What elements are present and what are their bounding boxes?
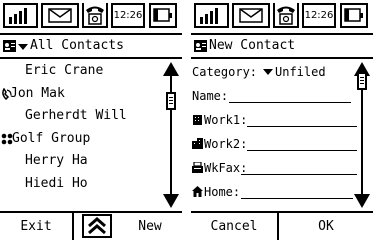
work2-row: Work2:: [191, 132, 357, 156]
work2-label: Work2:: [204, 137, 248, 151]
contact-list-item[interactable]: Golf Group: [0, 128, 160, 151]
new-contact-screen: 12:26 New Contact Category: Unfiled Name…: [191, 0, 373, 240]
category-dropdown-caret-icon[interactable]: [263, 69, 273, 75]
contact-name: Herry Ha: [25, 153, 88, 168]
list-scrollbar[interactable]: [163, 62, 179, 208]
category-selector[interactable]: All Contacts: [0, 35, 182, 59]
contact-name: Eric Crane: [25, 63, 104, 78]
scroll-thumb[interactable]: [357, 72, 367, 90]
home-field[interactable]: [241, 198, 353, 199]
work1-row: Work1:: [191, 108, 357, 132]
home-row: Home:: [191, 180, 353, 204]
mail-icon[interactable]: [232, 3, 270, 28]
contacts-list-screen: 12:26 All Contacts Eric Crane Jon Mak Ge…: [0, 0, 182, 240]
contact-list-item[interactable]: Hiedi Ho: [0, 173, 160, 196]
clock-display: 12:26: [302, 3, 336, 28]
contact-name: Golf Group: [12, 130, 91, 146]
phone-icon[interactable]: [273, 3, 299, 28]
ok-button[interactable]: OK: [279, 213, 373, 240]
signal-strength-icon: [3, 3, 38, 28]
status-bar: 12:26: [191, 0, 373, 35]
category-label: Category:: [192, 65, 258, 79]
new-button[interactable]: New: [118, 213, 182, 240]
screen-gap: [182, 0, 191, 240]
contact-name: Jon Mak: [10, 85, 65, 101]
contacts-card-icon: [194, 40, 207, 52]
contact-list-item[interactable]: Jon Mak: [0, 83, 160, 106]
screen-title: All Contacts: [30, 38, 124, 53]
mail-icon[interactable]: [41, 3, 79, 28]
exit-button[interactable]: Exit: [0, 213, 74, 240]
fax-icon: [192, 162, 203, 173]
work1-label: Work1:: [204, 113, 248, 127]
scroll-thumb[interactable]: [166, 92, 176, 110]
home-label: Home:: [204, 185, 241, 199]
name-row: Name:: [191, 84, 353, 108]
work1-field[interactable]: [247, 126, 357, 127]
category-select[interactable]: Unfiled: [275, 60, 326, 84]
contact-list-item[interactable]: Gerherdt Will: [0, 105, 160, 128]
contact-list-item[interactable]: Herry Ha: [0, 150, 160, 173]
contacts-card-icon: [3, 40, 16, 52]
dropdown-caret-icon[interactable]: [18, 44, 28, 50]
battery-icon: [340, 3, 368, 28]
clock-display: 12:26: [111, 3, 145, 28]
building-icon: [193, 115, 202, 125]
category-row: Category: Unfiled: [191, 60, 353, 84]
scroll-track[interactable]: [170, 68, 172, 202]
contact-name: Hiedi Ho: [25, 175, 88, 191]
wkfax-field[interactable]: [241, 174, 357, 175]
double-chevron-up-icon: [88, 217, 106, 235]
softkey-bar: Cancel OK: [191, 211, 373, 242]
work2-field[interactable]: [247, 150, 357, 151]
signal-strength-icon: [194, 3, 229, 28]
contact-list: Eric Crane Jon Mak Gerherdt Will Golf Gr…: [0, 60, 160, 195]
contact-name: Gerherdt Will: [25, 108, 127, 123]
phone-icon[interactable]: [82, 3, 108, 28]
scroll-up-button[interactable]: [82, 214, 112, 238]
name-field[interactable]: [229, 102, 351, 103]
battery-icon: [149, 3, 177, 28]
office-buildings-icon: [192, 138, 203, 149]
screen-header: New Contact: [191, 35, 373, 59]
form-scrollbar[interactable]: [354, 62, 370, 208]
name-label: Name:: [192, 89, 229, 103]
status-bar: 12:26: [0, 0, 182, 35]
wkfax-label: WkFax:: [204, 161, 248, 175]
contact-list-item[interactable]: Eric Crane: [0, 60, 160, 83]
wkfax-row: WkFax:: [191, 156, 357, 180]
new-contact-form: Category: Unfiled Name: Work1: Work2: Wk…: [191, 60, 357, 204]
softkey-bar: Exit New: [0, 211, 182, 242]
home-icon: [192, 186, 203, 197]
cancel-button[interactable]: Cancel: [191, 213, 279, 240]
screen-title: New Contact: [209, 38, 296, 53]
